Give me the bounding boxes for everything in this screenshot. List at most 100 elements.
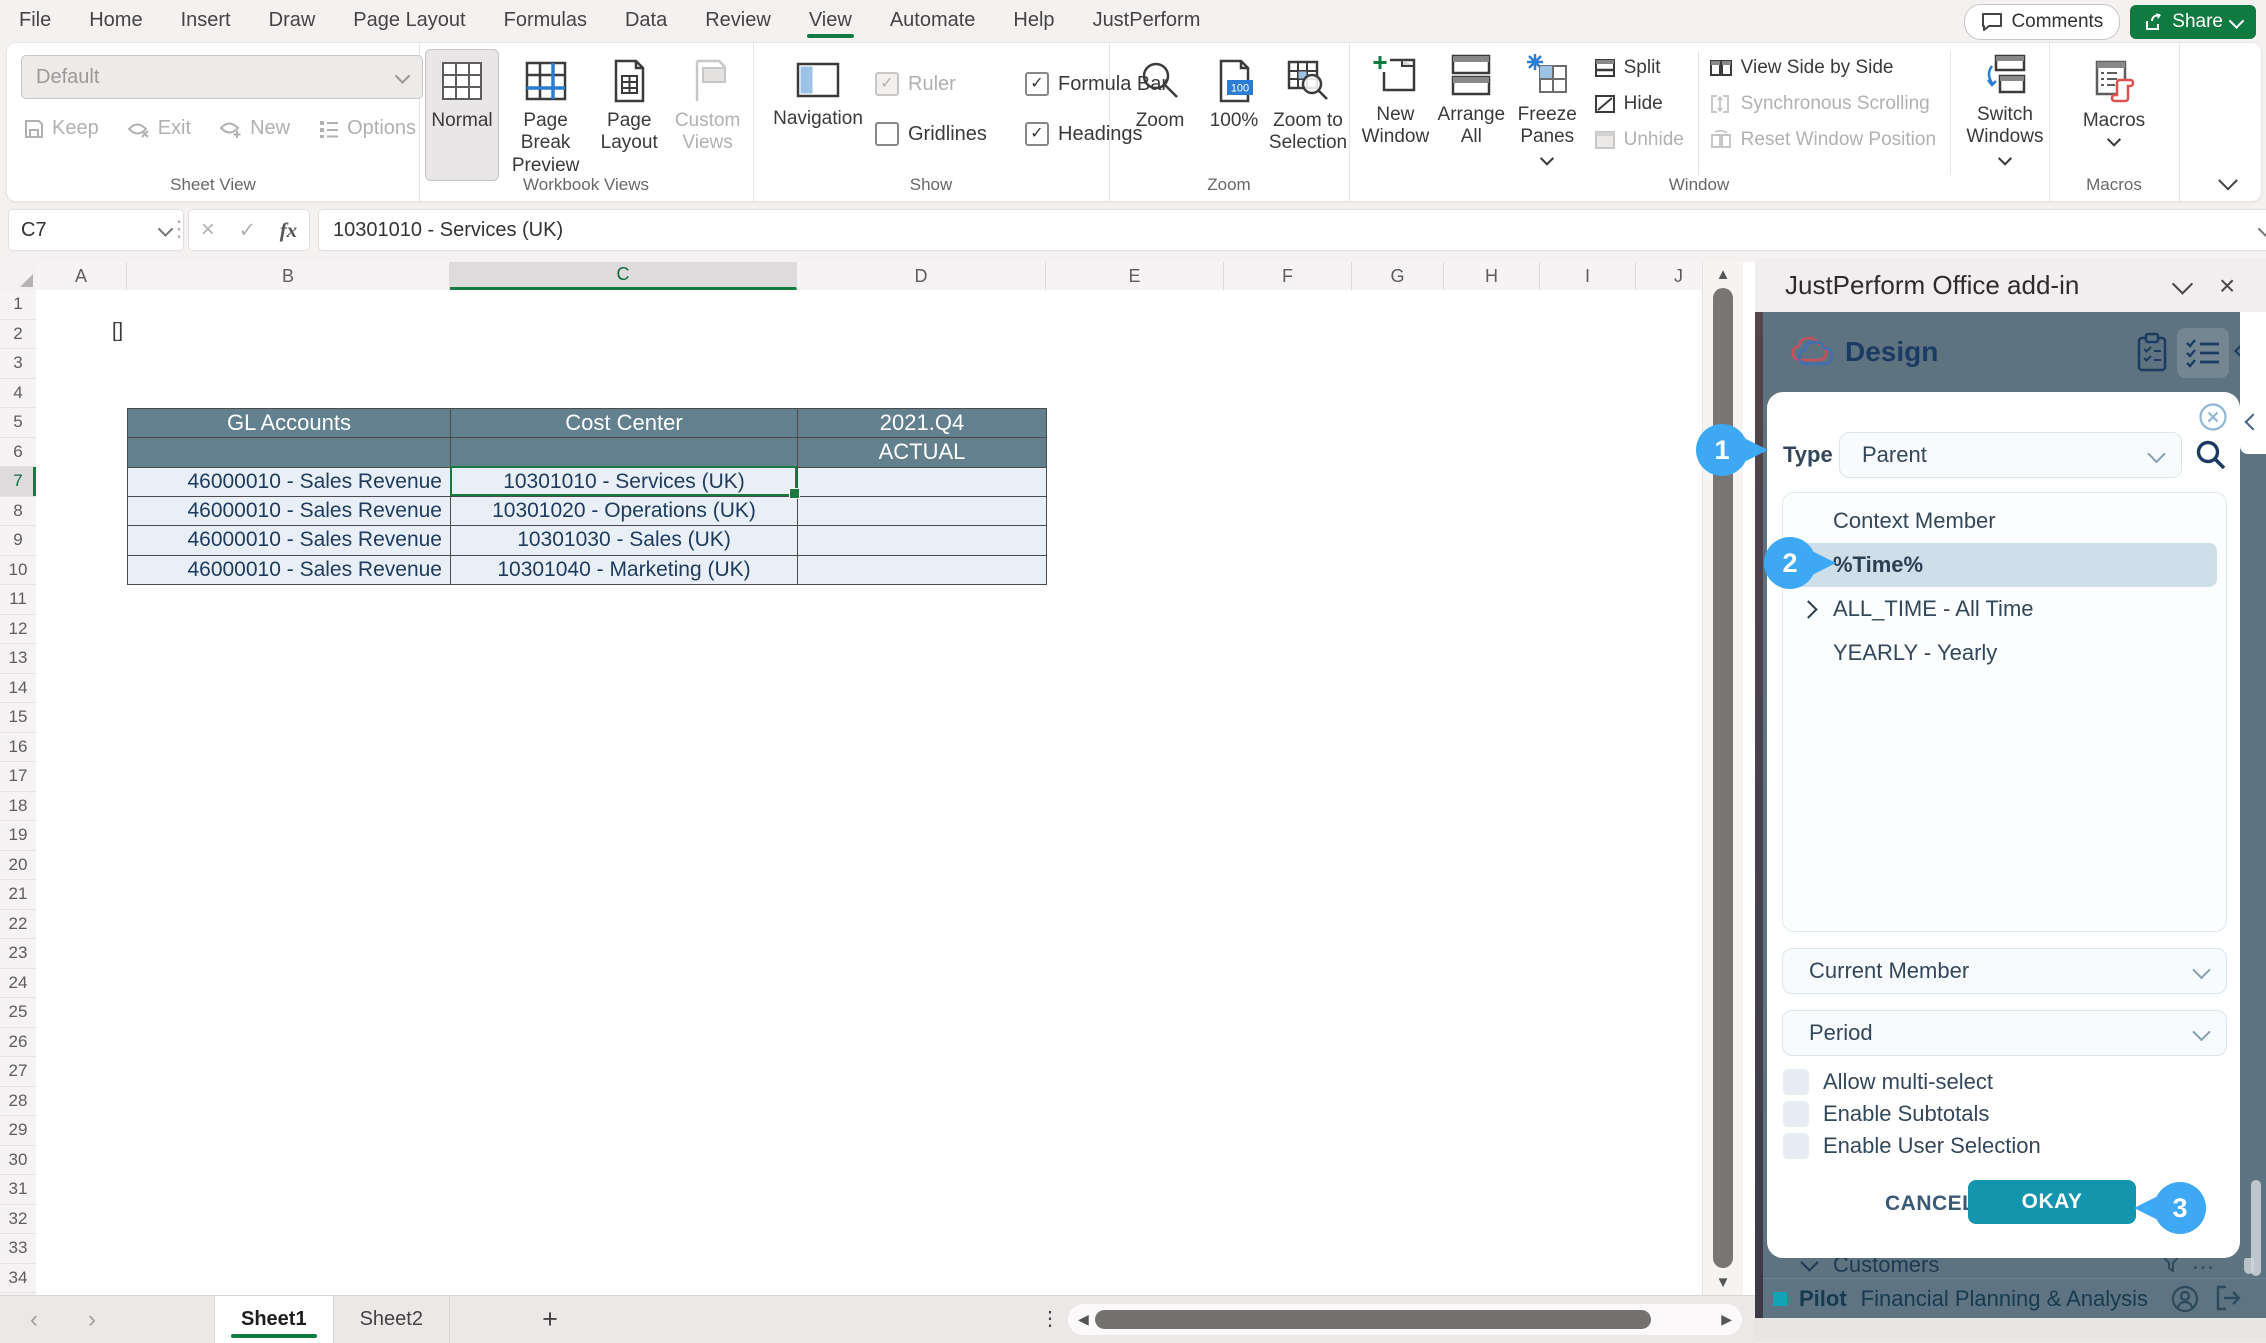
- arrange-all-button[interactable]: Arrange All: [1434, 43, 1509, 176]
- column-header[interactable]: J: [1636, 262, 1702, 290]
- macros-button[interactable]: Macros: [2064, 49, 2164, 151]
- column-header[interactable]: E: [1046, 262, 1224, 290]
- panel-collapse-icon[interactable]: [2172, 273, 2193, 294]
- collapse-ribbon-chevron[interactable]: [2218, 171, 2238, 191]
- row-header[interactable]: 32: [0, 1205, 36, 1235]
- tabbar-dots-icon[interactable]: ⋮: [1040, 1306, 1060, 1331]
- row-header[interactable]: 12: [0, 615, 36, 645]
- current-member-dropdown[interactable]: Current Member: [1782, 948, 2227, 994]
- row-header[interactable]: 9: [0, 526, 36, 556]
- expand-chevron-icon[interactable]: [1783, 603, 1833, 616]
- row-header[interactable]: 22: [0, 910, 36, 940]
- switch-windows-button[interactable]: Switch Windows: [1961, 43, 2049, 176]
- navigation-button[interactable]: Navigation: [761, 49, 875, 135]
- option-checkbox[interactable]: Enable User Selection: [1783, 1132, 2041, 1160]
- cell-gl-account[interactable]: 46000010 - Sales Revenue: [128, 556, 451, 585]
- unhide-button[interactable]: Unhide: [1594, 125, 1684, 155]
- horizontal-scrollbar[interactable]: ◀ ▶: [1068, 1304, 1742, 1335]
- type-dropdown[interactable]: Parent: [1839, 432, 2182, 478]
- row-header[interactable]: 15: [0, 703, 36, 733]
- menu-tab[interactable]: Help: [994, 0, 1073, 40]
- panel-close-icon[interactable]: ×: [2219, 270, 2235, 302]
- cell-gl-account[interactable]: 46000010 - Sales Revenue: [128, 497, 451, 526]
- menu-tab[interactable]: JustPerform: [1074, 0, 1220, 40]
- name-box[interactable]: C7: [8, 209, 184, 251]
- column-header[interactable]: A: [36, 262, 127, 290]
- scroll-down-icon[interactable]: ▼: [1703, 1274, 1743, 1291]
- keep-button[interactable]: Keep: [23, 117, 99, 140]
- column-header[interactable]: B: [127, 262, 450, 290]
- row-header[interactable]: 16: [0, 733, 36, 763]
- table-header-cost-center[interactable]: Cost Center: [451, 409, 798, 438]
- row-header[interactable]: 27: [0, 1057, 36, 1087]
- member-list-item[interactable]: %Time%: [1792, 543, 2217, 587]
- column-header[interactable]: G: [1352, 262, 1444, 290]
- custom-views-button[interactable]: Custom Views: [666, 49, 749, 160]
- table-subheader-empty[interactable]: [128, 438, 451, 467]
- search-icon[interactable]: [2194, 438, 2228, 472]
- menu-tab[interactable]: Data: [606, 0, 686, 40]
- confirm-entry-icon[interactable]: ✓: [238, 218, 256, 243]
- table-header-period[interactable]: 2021.Q4: [798, 409, 1047, 438]
- column-header[interactable]: H: [1444, 262, 1540, 290]
- synchronous-scrolling-button[interactable]: Synchronous Scrolling: [1709, 89, 1936, 119]
- table-subheader-empty[interactable]: [451, 438, 798, 467]
- menu-tab[interactable]: File: [0, 0, 70, 40]
- logout-icon[interactable]: [2214, 1284, 2244, 1314]
- column-header[interactable]: C: [450, 262, 797, 290]
- menu-tab[interactable]: Automate: [871, 0, 995, 40]
- gridlines-checkbox[interactable]: Gridlines: [875, 122, 1025, 146]
- option-checkbox[interactable]: Enable Subtotals: [1783, 1100, 2041, 1128]
- zoom-button[interactable]: Zoom: [1123, 49, 1197, 137]
- cell-value[interactable]: [798, 556, 1047, 585]
- sheet-view-select[interactable]: Default: [21, 55, 423, 99]
- select-all-corner[interactable]: [0, 262, 37, 291]
- scroll-right-icon[interactable]: ▶: [1721, 1311, 1732, 1328]
- ruler-checkbox[interactable]: Ruler: [875, 72, 1025, 96]
- column-header[interactable]: D: [797, 262, 1046, 290]
- comments-button[interactable]: Comments: [1964, 4, 2120, 40]
- fill-handle[interactable]: [789, 488, 800, 499]
- column-header[interactable]: I: [1540, 262, 1636, 290]
- menu-tab[interactable]: Home: [70, 0, 161, 40]
- hide-button[interactable]: Hide: [1594, 89, 1684, 119]
- cell-cost-center[interactable]: 10301020 - Operations (UK): [451, 497, 798, 526]
- sheet-tab[interactable]: Sheet1: [214, 1296, 334, 1343]
- cell-value[interactable]: [798, 526, 1047, 555]
- member-list-item[interactable]: ALL_TIME - All Time: [1783, 587, 2226, 631]
- cell-gl-account[interactable]: 46000010 - Sales Revenue: [128, 526, 451, 555]
- row-header[interactable]: 1: [0, 290, 36, 320]
- insert-function-icon[interactable]: fx: [280, 218, 298, 243]
- table-subheader-actual[interactable]: ACTUAL: [798, 438, 1047, 467]
- cell-cost-center[interactable]: 10301030 - Sales (UK): [451, 526, 798, 555]
- menu-tab[interactable]: Review: [686, 0, 790, 40]
- cell-value[interactable]: [798, 497, 1047, 526]
- row-header[interactable]: 4: [0, 379, 36, 409]
- cancel-entry-icon[interactable]: ×: [201, 216, 215, 244]
- row-header[interactable]: 5: [0, 408, 36, 438]
- new-sheet-view-button[interactable]: New: [219, 117, 290, 140]
- row-header[interactable]: 21: [0, 880, 36, 910]
- new-window-button[interactable]: New Window: [1357, 43, 1434, 176]
- row-header[interactable]: 29: [0, 1116, 36, 1146]
- menu-tab[interactable]: Insert: [162, 0, 250, 40]
- scroll-left-icon[interactable]: ◀: [1078, 1311, 1089, 1328]
- formula-input[interactable]: 10301010 - Services (UK): [318, 209, 2266, 251]
- freeze-panes-button[interactable]: Freeze Panes: [1509, 43, 1586, 176]
- member-list-item[interactable]: Context Member: [1783, 499, 2226, 543]
- tab-scroll-right-icon[interactable]: ›: [88, 1296, 96, 1343]
- row-header[interactable]: 7: [0, 467, 36, 497]
- menu-tab[interactable]: View: [790, 0, 871, 40]
- split-button[interactable]: Split: [1594, 53, 1684, 83]
- table-header-gl-accounts[interactable]: GL Accounts: [128, 409, 451, 438]
- user-icon[interactable]: [2170, 1284, 2200, 1314]
- row-header[interactable]: 28: [0, 1087, 36, 1117]
- row-header[interactable]: 3: [0, 349, 36, 379]
- page-layout-button[interactable]: Page Layout: [592, 49, 666, 160]
- row-header[interactable]: 6: [0, 438, 36, 468]
- row-header[interactable]: 11: [0, 585, 36, 615]
- row-header[interactable]: 13: [0, 644, 36, 674]
- row-header[interactable]: 30: [0, 1146, 36, 1176]
- row-header[interactable]: 10: [0, 556, 36, 586]
- okay-button[interactable]: OKAY: [1968, 1180, 2136, 1224]
